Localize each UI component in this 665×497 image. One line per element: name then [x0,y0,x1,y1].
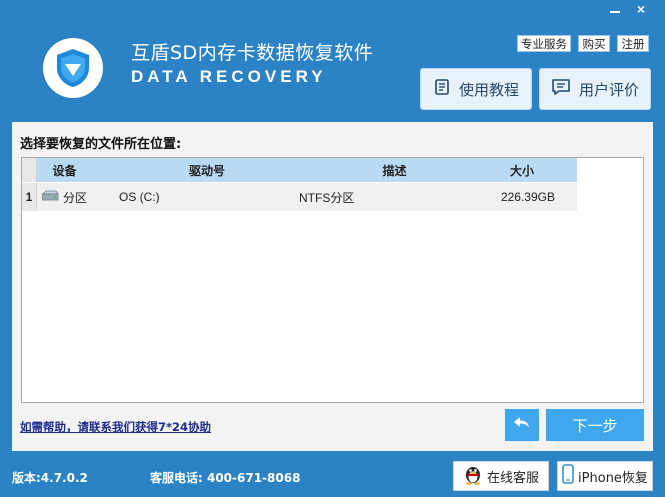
next-step-button[interactable]: 下一步 [546,409,644,441]
cell-drive: OS (C:) [119,190,160,204]
buy-link[interactable]: 购买 [578,35,610,52]
table-row[interactable]: 1 分区 OS (C:) NTFS分区 226.39GB [22,183,577,211]
shield-logo-icon [43,38,103,98]
column-header-drive[interactable]: 驱动号 [92,158,322,182]
user-review-button-label: 用户评价 [578,80,639,99]
table-header: 设备 驱动号 描述 大小 [22,158,577,182]
online-service-label: 在线客服 [486,470,539,486]
online-service-button[interactable]: 在线客服 [453,461,549,491]
register-link[interactable]: 注册 [617,35,649,52]
table-corner [22,158,37,182]
minimize-icon[interactable] [604,0,626,18]
app-subtitle: DATA RECOVERY [131,67,327,86]
cell-device-label: 分区 [63,190,88,205]
cell-device: 分区 [37,189,119,206]
drive-table: 设备 驱动号 描述 大小 1 分区 OS (C:) NTFS分区 226.39G… [21,157,644,403]
column-header-size[interactable]: 大小 [467,158,577,182]
row-number: 1 [22,183,37,211]
phone-icon [562,464,574,488]
back-arrow-icon [513,416,531,435]
hard-drive-icon [41,190,59,205]
column-header-device[interactable]: 设备 [37,158,92,182]
qq-penguin-icon [463,463,483,489]
column-header-description[interactable]: 描述 [322,158,467,182]
iphone-recovery-button[interactable]: iPhone恢复 [557,461,653,491]
app-title: 互盾SD内存卡数据恢复软件 [131,42,374,64]
professional-service-link[interactable]: 专业服务 [517,35,571,52]
back-button[interactable] [505,409,539,441]
user-review-button[interactable]: 用户评价 [539,68,651,110]
tutorial-button-label: 使用教程 [458,80,519,99]
cell-description: NTFS分区 [299,190,355,205]
document-icon [433,78,451,100]
close-icon[interactable]: × [630,0,652,18]
tutorial-button[interactable]: 使用教程 [420,68,532,110]
panel-title: 选择要恢复的文件所在位置: [20,137,182,152]
app-window: × 互盾SD内存卡数据恢复软件 DATA RECOVERY 专业服务 购买 注册… [0,0,665,497]
location-panel: 选择要恢复的文件所在位置: 设备 驱动号 描述 大小 1 分区 OS (C:) … [12,122,653,451]
hotline-label: 客服电话: 400-671-8068 [150,471,301,485]
version-label: 版本:4.7.0.2 [12,471,88,485]
iphone-recovery-label: iPhone恢复 [578,470,648,486]
comment-icon [551,78,571,100]
cell-size: 226.39GB [500,190,555,204]
help-link[interactable]: 如需帮助，请联系我们获得7*24协助 [20,419,211,435]
